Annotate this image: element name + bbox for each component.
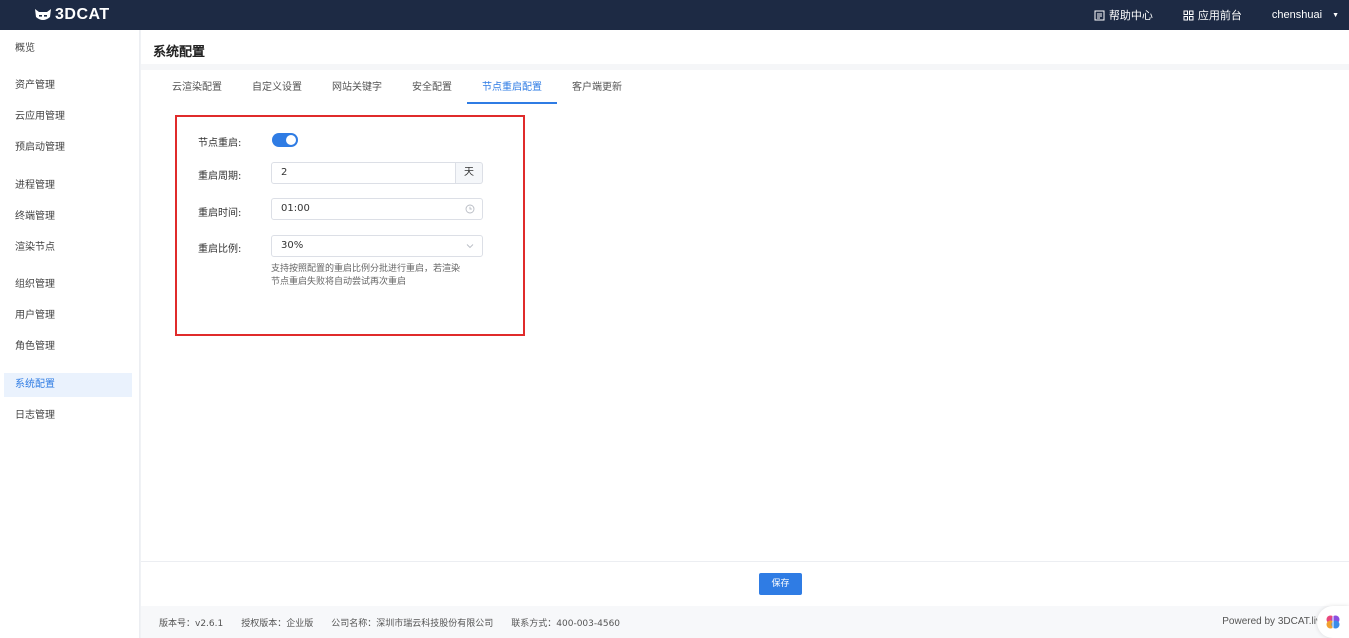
sidebar-item-processes[interactable]: 进程管理: [4, 174, 132, 198]
sidebar-item-organizations[interactable]: 组织管理: [4, 273, 132, 297]
sidebar: 概览 资产管理 云应用管理 预启动管理 进程管理 终端管理 渲染节点 组织管理 …: [0, 30, 140, 638]
brain-icon: [1326, 615, 1340, 629]
chevron-down-icon: [466, 244, 474, 249]
time-value: 01:00: [281, 203, 310, 214]
restart-label: 节点重启:: [198, 138, 242, 149]
toggle-knob: [286, 135, 296, 145]
sidebar-item-overview[interactable]: 概览: [4, 37, 132, 61]
tab-node-restart[interactable]: 节点重启配置: [467, 77, 557, 104]
help-center-link[interactable]: 帮助中心: [1094, 7, 1153, 23]
sidebar-item-prestart[interactable]: 预启动管理: [4, 136, 132, 160]
save-button[interactable]: 保存: [759, 573, 802, 595]
period-input[interactable]: 2: [271, 162, 456, 184]
time-picker[interactable]: 01:00: [271, 198, 483, 220]
brand-logo[interactable]: 3DCAT: [34, 6, 110, 24]
top-bar: 3DCAT 帮助中心 应用前台 chenshuai ▼: [0, 0, 1349, 30]
username: chenshuai: [1271, 9, 1323, 21]
sidebar-item-users[interactable]: 用户管理: [4, 304, 132, 328]
help-center-label: 帮助中心: [1108, 9, 1153, 22]
config-tabs: 云渲染配置 自定义设置 网站关键字 安全配置 节点重启配置 客户端更新: [157, 77, 637, 104]
period-unit: 天: [456, 162, 483, 184]
tab-security[interactable]: 安全配置: [397, 77, 467, 104]
footer-company: 公司名称：深圳市瑞云科技股份有限公司: [331, 618, 494, 629]
time-label: 重启时间:: [198, 208, 242, 219]
ratio-value: 30%: [281, 240, 304, 251]
cat-logo-icon: [35, 9, 51, 20]
footer: 版本号：v2.6.1 授权版本：企业版 公司名称：深圳市瑞云科技股份有限公司 联…: [141, 606, 1349, 638]
sidebar-item-cloud-apps[interactable]: 云应用管理: [4, 105, 132, 129]
tab-client-update[interactable]: 客户端更新: [557, 77, 637, 104]
assistant-button[interactable]: [1317, 606, 1349, 638]
sidebar-item-terminals[interactable]: 终端管理: [4, 205, 132, 229]
sidebar-item-system-config[interactable]: 系统配置: [4, 373, 132, 397]
divider: [141, 561, 1349, 562]
user-menu[interactable]: chenshuai ▼: [1272, 9, 1339, 21]
sidebar-item-roles[interactable]: 角色管理: [4, 335, 132, 359]
ratio-hint: 支持按照配置的重启比例分批进行重启，若渲染 节点重启失败将自动尝试再次重启: [271, 263, 495, 289]
powered-by: Powered by 3DCAT.liv: [1222, 616, 1321, 627]
tab-custom-settings[interactable]: 自定义设置: [237, 77, 317, 104]
footer-contact: 联系方式：400-003-4560: [511, 618, 621, 629]
main-content: 系统配置 云渲染配置 自定义设置 网站关键字 安全配置 节点重启配置 客户端更新…: [141, 30, 1349, 638]
hint-line-2: 节点重启失败将自动尝试再次重启: [271, 277, 407, 287]
caret-down-icon: ▼: [1332, 11, 1339, 19]
help-doc-icon: [1094, 10, 1105, 20]
footer-version: 版本号：v2.6.1: [159, 618, 224, 629]
divider: [141, 64, 1349, 70]
app-front-label: 应用前台: [1197, 9, 1242, 22]
sidebar-item-assets[interactable]: 资产管理: [4, 74, 132, 98]
tab-site-keywords[interactable]: 网站关键字: [317, 77, 397, 104]
clock-icon: [465, 204, 475, 214]
ratio-select[interactable]: 30%: [271, 235, 483, 257]
brand-name: 3DCAT: [55, 6, 110, 23]
app-front-link[interactable]: 应用前台: [1183, 7, 1242, 23]
tab-cloud-render[interactable]: 云渲染配置: [157, 77, 237, 104]
sidebar-item-render-nodes[interactable]: 渲染节点: [4, 236, 132, 260]
footer-license: 授权版本：企业版: [241, 618, 314, 629]
hint-line-1: 支持按照配置的重启比例分批进行重启，若渲染: [271, 264, 461, 274]
restart-toggle[interactable]: [272, 133, 298, 147]
period-label: 重启周期:: [198, 171, 242, 182]
app-grid-icon: [1183, 10, 1194, 20]
page-title: 系统配置: [153, 45, 206, 60]
sidebar-item-logs[interactable]: 日志管理: [4, 404, 132, 428]
ratio-label: 重启比例:: [198, 244, 242, 255]
